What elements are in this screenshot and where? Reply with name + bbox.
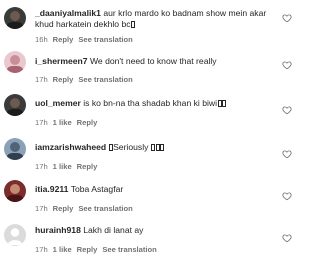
avatar[interactable]	[4, 51, 26, 73]
comment-meta: 17h Reply See translation	[35, 204, 138, 213]
comment-text: iamzarishwaheed Seriously	[35, 142, 280, 153]
reply-button[interactable]: Reply	[53, 75, 74, 84]
emoji-glyph	[160, 144, 165, 151]
comment-text: hurainh918 Lakh di lanat ay	[35, 225, 280, 236]
heart-icon[interactable]	[282, 60, 292, 70]
comment-text: _daaniyalmalik1 aur krlo mardo ko badnam…	[35, 8, 280, 30]
comment-meta: 16h Reply See translation	[35, 35, 138, 44]
heart-icon[interactable]	[282, 191, 292, 201]
comment-body: is ko bn-na tha shadab khan ki biwi	[83, 98, 218, 108]
comment-time: 17h	[35, 75, 48, 84]
comment-body: We don't need to know that really	[89, 56, 217, 66]
comment-item: iamzarishwaheed Seriously 17h 1 like Reply	[0, 135, 300, 177]
comment-time: 17h	[35, 118, 48, 127]
comment-item: uol_memer is ko bn-na tha shadab khan ki…	[0, 91, 300, 133]
like-count[interactable]: 1 like	[53, 118, 72, 127]
comment-time: 17h	[35, 204, 48, 213]
emoji-glyph	[222, 100, 227, 107]
emoji-glyph	[131, 21, 136, 28]
comment-username[interactable]: _daaniyalmalik1	[35, 8, 101, 18]
comment-item: _daaniyalmalik1 aur krlo mardo ko badnam…	[0, 4, 300, 46]
see-translation-link[interactable]: See translation	[78, 204, 132, 213]
comment-meta: 17h 1 like Reply	[35, 118, 102, 127]
comment-time: 16h	[35, 35, 48, 44]
comment-username[interactable]: uol_memer	[35, 98, 81, 108]
see-translation-link[interactable]: See translation	[78, 75, 132, 84]
avatar[interactable]	[4, 180, 26, 202]
comment-text: uol_memer is ko bn-na tha shadab khan ki…	[35, 98, 280, 109]
comment-item: itia.9211 Toba Astagfar 17h Reply See trans…	[0, 177, 300, 219]
avatar[interactable]	[4, 224, 26, 246]
reply-button[interactable]: Reply	[77, 162, 98, 171]
comment-body: Lakh di lanat ay	[83, 225, 144, 235]
emoji-glyph	[217, 100, 222, 107]
comment-username[interactable]: itia.9211	[35, 184, 68, 194]
comment-username[interactable]: iamzarishwaheed	[35, 142, 106, 152]
comment-item: hurainh918 Lakh di lanat ay 17h 1 like Repl…	[0, 221, 300, 263]
like-count[interactable]: 1 like	[53, 162, 72, 171]
comment-item: i_shermeen7 We don't need to know that r…	[0, 48, 300, 90]
reply-button[interactable]: Reply	[77, 118, 98, 127]
heart-icon[interactable]	[282, 13, 292, 23]
heart-icon[interactable]	[282, 233, 292, 243]
reply-button[interactable]: Reply	[53, 204, 74, 213]
heart-icon[interactable]	[282, 149, 292, 159]
comment-meta: 17h 1 like Reply	[35, 162, 102, 171]
reply-button[interactable]: Reply	[53, 35, 74, 44]
emoji-glyph	[151, 144, 156, 151]
comment-text: i_shermeen7 We don't need to know that r…	[35, 56, 280, 67]
comment-username[interactable]: hurainh918	[35, 225, 81, 235]
comment-username[interactable]: i_shermeen7	[35, 56, 88, 66]
avatar[interactable]	[4, 94, 26, 116]
comment-body: Seriously	[113, 142, 149, 152]
comment-time: 17h	[35, 162, 48, 171]
heart-icon[interactable]	[282, 105, 292, 115]
emoji-glyph	[155, 144, 160, 151]
comment-text: itia.9211 Toba Astagfar	[35, 184, 280, 195]
comment-body: Toba Astagfar	[70, 184, 124, 194]
comment-meta: 17h Reply See translation	[35, 75, 138, 84]
avatar[interactable]	[4, 138, 26, 160]
see-translation-link[interactable]: See translation	[78, 35, 132, 44]
avatar[interactable]	[4, 7, 26, 29]
